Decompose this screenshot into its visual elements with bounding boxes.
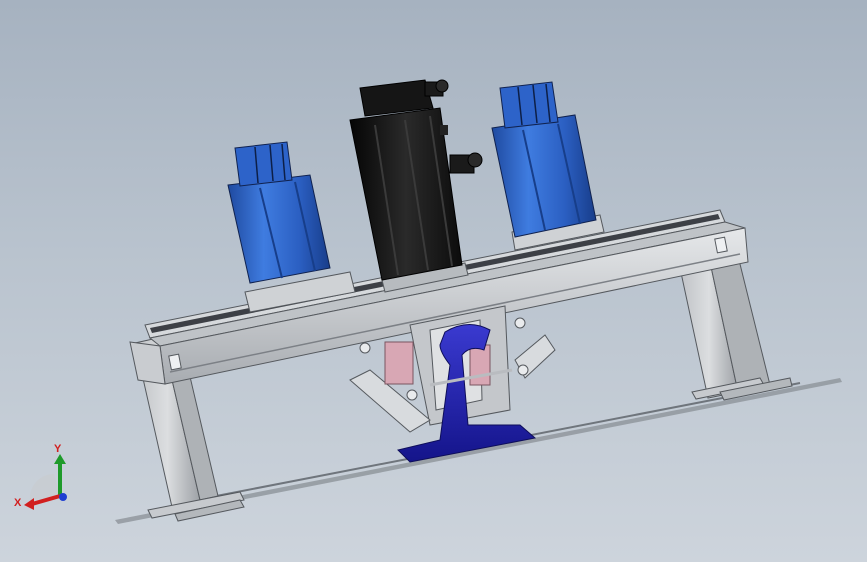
y-axis-arrowhead [54,454,66,464]
center-servo-motor[interactable] [349,79,483,281]
axis-triad: Y X [14,443,67,510]
cad-viewport[interactable]: Y X [0,0,867,562]
right-servo-motor[interactable] [491,81,597,238]
y-axis-label: Y [54,443,62,455]
x-axis-arrowhead [24,498,34,510]
cad-model-scene[interactable] [0,0,867,562]
z-axis-dot [59,493,67,501]
left-servo-motor[interactable] [227,141,331,284]
frame-right-leg[interactable] [679,255,793,401]
x-axis-label: X [14,497,22,509]
